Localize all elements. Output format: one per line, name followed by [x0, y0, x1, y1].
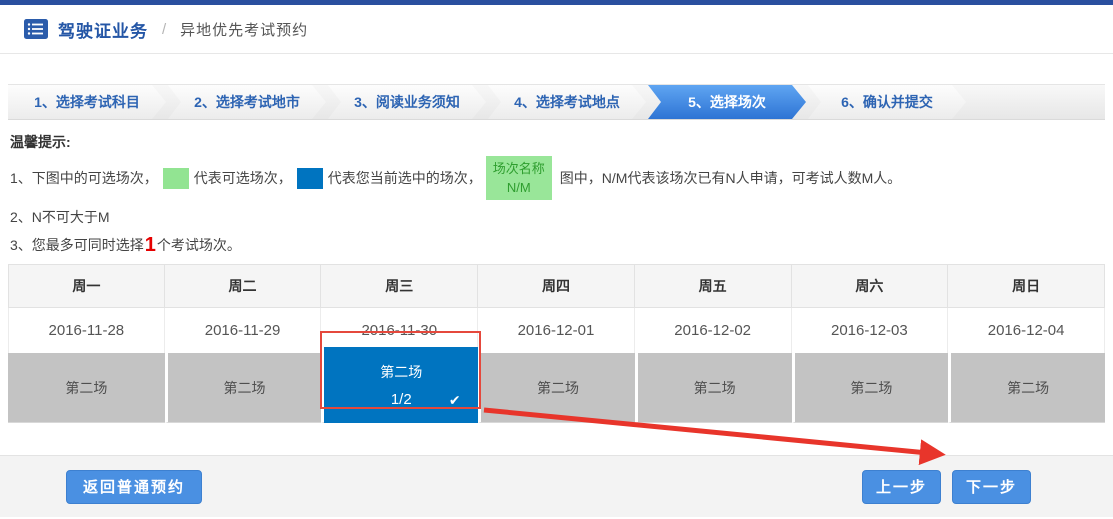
session-legend-box: 场次名称 N/M [486, 156, 552, 200]
step-tab-1[interactable]: 1、选择考试科目 [8, 85, 166, 119]
date-cell: 2016-12-03 [792, 308, 949, 353]
list-icon [24, 19, 48, 39]
tip-line-1: 1、下图中的可选场次， 代表可选场次， 代表您当前选中的场次， 场次名称 N/M… [10, 154, 1103, 202]
session-name: 第二场 [380, 362, 422, 382]
next-step-button[interactable]: 下一步 [952, 470, 1031, 504]
date-cell: 2016-11-28 [8, 308, 165, 353]
prev-step-button[interactable]: 上一步 [862, 470, 941, 504]
session-cell[interactable]: 第二场 [165, 353, 322, 423]
tip3-prefix: 3、您最多可同时选择 [10, 235, 144, 255]
legend-line2: N/M [486, 178, 552, 197]
day-header-row: 周一周二周三周四周五周六周日 [8, 264, 1105, 308]
date-row: 2016-11-282016-11-292016-11-302016-12-01… [8, 308, 1105, 353]
breadcrumb-separator: / [162, 21, 166, 38]
session-count: 1/2✔ [391, 391, 412, 408]
tips-section: 温馨提示: 1、下图中的可选场次， 代表可选场次， 代表您当前选中的场次， 场次… [0, 120, 1113, 258]
selected-session[interactable]: 第二场 1/2✔ [324, 347, 478, 423]
day-header-cell: 周四 [478, 264, 635, 308]
tips-heading: 温馨提示: [10, 132, 1103, 152]
step-tab-4[interactable]: 4、选择考试地点 [488, 85, 646, 119]
session-row: 第二场第二场第二场1/2✔第二场第二场第二场第二场 [8, 353, 1105, 423]
steps-bar: 1、选择考试科目2、选择考试地市3、阅读业务须知4、选择考试地点5、选择场次6、… [8, 84, 1105, 120]
day-header-cell: 周三 [321, 264, 478, 308]
footer-bar: 返回普通预约 上一步 下一步 [0, 455, 1113, 517]
tip-line-2: 2、N不可大于M [10, 204, 1103, 230]
step-tab-2[interactable]: 2、选择考试地市 [168, 85, 326, 119]
pointer-arrow [0, 0, 1113, 519]
session-cell[interactable]: 第二场 [8, 353, 165, 423]
step-buttons: 上一步 下一步 [862, 470, 1031, 504]
back-to-normal-button[interactable]: 返回普通预约 [66, 470, 202, 504]
tip1-blue-label: 代表您当前选中的场次， [328, 168, 482, 188]
check-icon: ✔ [449, 392, 461, 409]
tip1-suffix: 图中，N/M代表该场次已有N人申请，可考试人数M人。 [560, 168, 901, 188]
selected-swatch-icon [297, 168, 323, 189]
tip1-green-label: 代表可选场次， [194, 168, 292, 188]
session-cell[interactable]: 第二场 [635, 353, 792, 423]
tip3-suffix: 个考试场次。 [157, 235, 241, 255]
step-tab-5[interactable]: 5、选择场次 [648, 85, 806, 119]
day-header-cell: 周六 [792, 264, 949, 308]
date-cell: 2016-12-02 [635, 308, 792, 353]
session-cell[interactable]: 第二场 [478, 353, 635, 423]
app-header: 驾驶证业务 / 异地优先考试预约 [0, 5, 1113, 54]
date-cell: 2016-11-29 [165, 308, 322, 353]
breadcrumb-current: 异地优先考试预约 [180, 19, 308, 40]
schedule-table: 周一周二周三周四周五周六周日 2016-11-282016-11-292016-… [8, 264, 1105, 423]
legend-line1: 场次名称 [486, 159, 552, 178]
day-header-cell: 周二 [165, 264, 322, 308]
day-header-cell: 周五 [635, 264, 792, 308]
day-header-cell: 周日 [948, 264, 1105, 308]
session-cell[interactable]: 第二场 [792, 353, 949, 423]
tip1-prefix: 1、下图中的可选场次， [10, 168, 158, 188]
date-cell: 2016-12-04 [948, 308, 1105, 353]
page: 驾驶证业务 / 异地优先考试预约 1、选择考试科目2、选择考试地市3、阅读业务须… [0, 0, 1113, 519]
max-select-count: 1 [145, 235, 156, 255]
available-swatch-icon [163, 168, 189, 189]
step-tab-6[interactable]: 6、确认并提交 [808, 85, 966, 119]
step-tab-3[interactable]: 3、阅读业务须知 [328, 85, 486, 119]
session-cell[interactable]: 第二场 [948, 353, 1105, 423]
date-cell: 2016-12-01 [478, 308, 635, 353]
tip-line-3: 3、您最多可同时选择 1 个考试场次。 [10, 232, 1103, 258]
session-cell[interactable]: 第二场 1/2✔ [321, 353, 478, 423]
day-header-cell: 周一 [8, 264, 165, 308]
page-title: 驾驶证业务 [58, 17, 148, 42]
